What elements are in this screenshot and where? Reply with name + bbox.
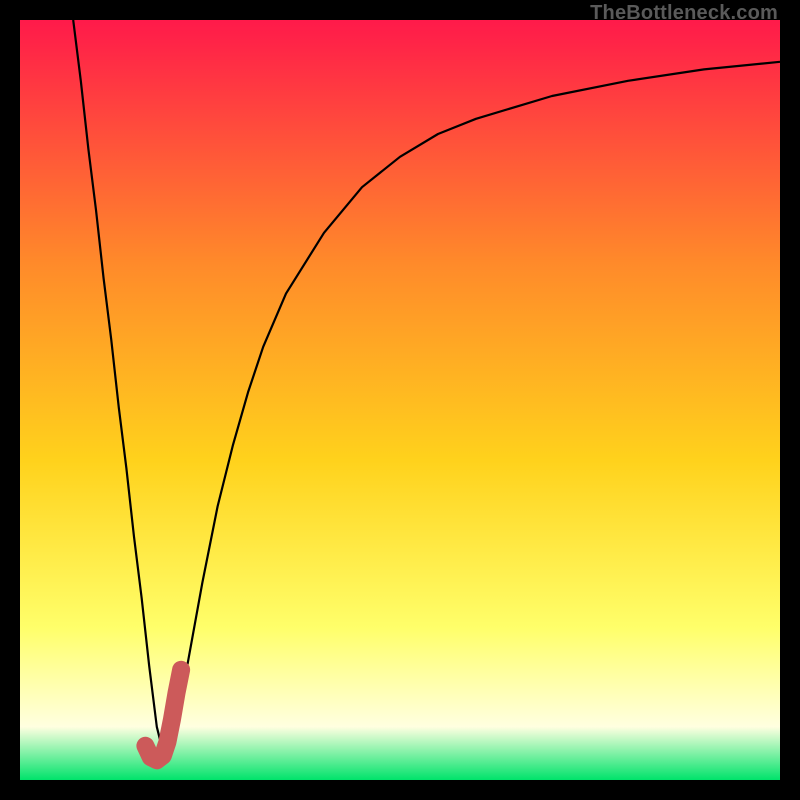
plot-area	[20, 20, 780, 780]
gradient-background	[20, 20, 780, 780]
bottleneck-chart	[20, 20, 780, 780]
chart-frame: { "watermark": "TheBottleneck.com", "gra…	[0, 0, 800, 800]
